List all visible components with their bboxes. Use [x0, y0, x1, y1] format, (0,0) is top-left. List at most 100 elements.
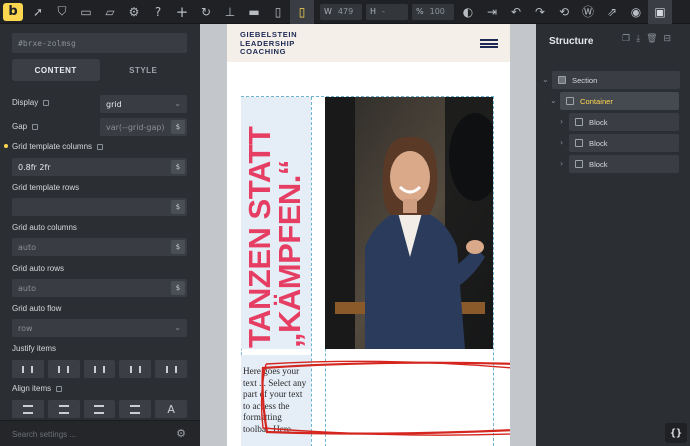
- variable-picker-icon[interactable]: $: [171, 120, 185, 134]
- justify-items-label: Justify items: [12, 344, 57, 353]
- page-icon[interactable]: ▭: [74, 0, 98, 24]
- structure-node-block[interactable]: Block: [569, 155, 679, 173]
- height-value: -: [382, 7, 385, 16]
- redo-icon[interactable]: ↷: [528, 0, 552, 24]
- collapse-icon[interactable]: ⊟: [664, 34, 672, 44]
- grid-template-columns-input[interactable]: 0.8fr 2fr $: [12, 158, 187, 176]
- chevron-down-icon: ⌄: [174, 323, 181, 332]
- add-element-icon[interactable]: +: [170, 0, 194, 24]
- headline-rotated: TANZEN STATT „KÄMPFEN.“: [242, 122, 335, 352]
- variable-picker-icon[interactable]: $: [171, 200, 185, 214]
- variable-picker-icon[interactable]: $: [171, 160, 185, 174]
- modified-dot: [4, 144, 8, 148]
- height-label: H: [370, 7, 377, 16]
- portrait-illustration: [325, 97, 493, 349]
- contrast-icon[interactable]: ◐: [456, 0, 480, 24]
- desktop-breakpoint-icon[interactable]: ⊥: [218, 0, 242, 24]
- block-icon: [575, 160, 583, 168]
- tab-content[interactable]: CONTENT: [12, 59, 100, 81]
- align-end-icon[interactable]: [83, 400, 116, 418]
- grid-auto-columns-label: Grid auto columns: [12, 223, 77, 232]
- download-icon[interactable]: ⤓: [636, 34, 640, 44]
- section-icon: [558, 76, 566, 84]
- preview-page[interactable]: GIEBELSTEIN LEADERSHIP COACHING TANZEN S…: [227, 24, 510, 446]
- block-icon: [575, 139, 583, 147]
- variable-picker-icon[interactable]: $: [171, 240, 185, 254]
- zoom-label: %: [416, 7, 424, 16]
- zoom-field[interactable]: % 100: [412, 3, 454, 20]
- html-icon[interactable]: ⛉: [50, 0, 74, 24]
- copy-icon[interactable]: ❐: [622, 34, 630, 44]
- align-start-icon[interactable]: [12, 400, 44, 418]
- refresh-icon[interactable]: ↻: [194, 0, 218, 24]
- save-icon[interactable]: ▣: [648, 0, 672, 24]
- height-field[interactable]: H -: [366, 3, 408, 20]
- code-braces-icon[interactable]: {}: [665, 423, 687, 443]
- element-id-field[interactable]: #brxe-zolmsg: [12, 33, 187, 53]
- grid-template-rows-input[interactable]: $: [12, 198, 187, 216]
- mobile-breakpoint-icon[interactable]: ▯: [290, 0, 314, 24]
- portrait-image[interactable]: [325, 97, 493, 349]
- preview-eye-icon[interactable]: ◉: [624, 0, 648, 24]
- export-icon[interactable]: ⇥: [480, 0, 504, 24]
- builder-canvas: GIEBELSTEIN LEADERSHIP COACHING TANZEN S…: [200, 24, 536, 446]
- tablet-breakpoint-icon[interactable]: ▯: [266, 0, 290, 24]
- structure-node-block[interactable]: Block: [569, 113, 679, 131]
- structure-node-container[interactable]: Container: [560, 92, 679, 110]
- help-icon[interactable]: ?: [146, 0, 170, 24]
- justify-stretch-icon[interactable]: [119, 360, 152, 378]
- hamburger-menu-icon[interactable]: [480, 39, 498, 48]
- chevron-right-icon[interactable]: ›: [560, 159, 563, 168]
- variable-picker-icon[interactable]: $: [171, 281, 185, 295]
- builder-window: b ➚ ⛉ ▭ ▱ ⚙ ? + ↻ ⊥ ▬ ▯ ▯ W 479 H - % 10…: [0, 0, 690, 446]
- settings-search-input[interactable]: Search settings ...: [12, 430, 76, 439]
- width-field[interactable]: W 479: [320, 3, 362, 20]
- search-settings-gear-icon[interactable]: ⚙: [176, 427, 186, 440]
- grid-template-rows-label: Grid template rows: [12, 183, 80, 192]
- chevron-right-icon[interactable]: ›: [560, 117, 563, 126]
- grid-auto-flow-select[interactable]: row ⌄: [12, 319, 187, 337]
- undo-icon[interactable]: ↶: [504, 0, 528, 24]
- structure-node-block[interactable]: Block: [569, 134, 679, 152]
- select-cursor-icon[interactable]: ➚: [26, 0, 50, 24]
- chevron-down-icon: ⌄: [174, 99, 181, 108]
- laptop-breakpoint-icon[interactable]: ▬: [242, 0, 266, 24]
- builder-logo-icon[interactable]: b: [3, 2, 23, 21]
- structure-actions: ❐ ⤓ 🗑 ⊟: [622, 34, 671, 44]
- structure-panel: Structure ❐ ⤓ 🗑 ⊟ ⌄ Section ⌄ Container …: [536, 24, 690, 446]
- chevron-right-icon[interactable]: ›: [560, 138, 563, 147]
- settings-gear-icon[interactable]: ⚙: [122, 0, 146, 24]
- info-icon: [97, 143, 104, 150]
- display-select[interactable]: grid ⌄: [100, 95, 187, 113]
- grid-auto-flow-label: Grid auto flow: [12, 304, 62, 313]
- block-icon: [575, 118, 583, 126]
- display-label: Display: [12, 98, 50, 107]
- info-icon: [32, 123, 39, 130]
- align-baseline-icon[interactable]: A: [155, 400, 187, 418]
- chevron-down-icon[interactable]: ⌄: [542, 75, 549, 84]
- tab-style[interactable]: STYLE: [100, 59, 188, 81]
- headline-line-2: „KÄMPFEN.“: [272, 160, 307, 348]
- align-center-icon[interactable]: [47, 400, 80, 418]
- headline-wrapper: TANZEN STATT „KÄMPFEN.“: [242, 122, 335, 352]
- folder-icon[interactable]: ▱: [98, 0, 122, 24]
- body-text[interactable]: Here goes your text ... Select any part …: [243, 366, 311, 436]
- grid-auto-rows-input[interactable]: auto $: [12, 279, 187, 297]
- chevron-down-icon[interactable]: ⌄: [550, 96, 557, 105]
- structure-title: Structure: [549, 36, 594, 47]
- external-link-icon[interactable]: ⇗: [600, 0, 624, 24]
- wordpress-icon[interactable]: Ⓦ: [576, 0, 600, 24]
- grid-auto-columns-input[interactable]: auto $: [12, 238, 187, 256]
- justify-space-icon[interactable]: [155, 360, 187, 378]
- gap-input[interactable]: var(--grid-gap) $: [100, 118, 187, 136]
- justify-center-icon[interactable]: [47, 360, 80, 378]
- structure-node-section[interactable]: Section: [552, 71, 680, 89]
- history-icon[interactable]: ⟲: [552, 0, 576, 24]
- justify-end-icon[interactable]: [83, 360, 116, 378]
- trash-icon[interactable]: 🗑: [646, 34, 657, 44]
- align-stretch-icon[interactable]: [119, 400, 152, 418]
- grid-auto-rows-label: Grid auto rows: [12, 264, 65, 273]
- justify-start-icon[interactable]: [12, 360, 44, 378]
- site-logo[interactable]: GIEBELSTEIN LEADERSHIP COACHING: [240, 30, 297, 57]
- panel-tabs: CONTENT STYLE: [12, 59, 187, 81]
